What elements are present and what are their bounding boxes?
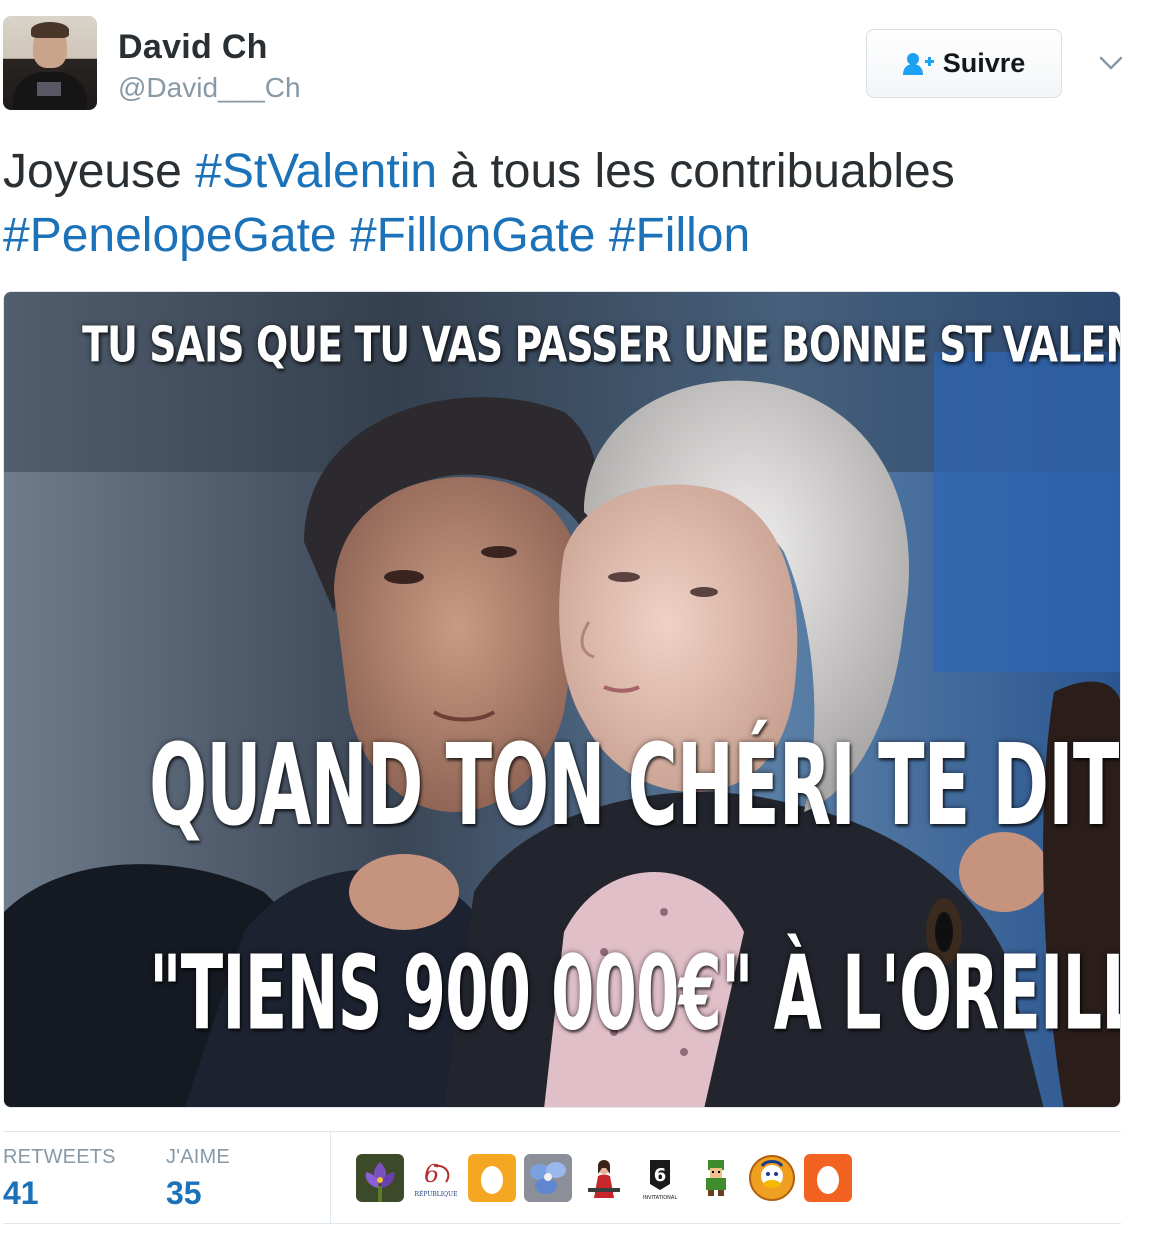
hashtag-link[interactable]: #FillonGate [350, 209, 595, 262]
follow-button-label: Suivre [942, 48, 1026, 78]
retweets-stat[interactable]: RETWEETS 41 [3, 1146, 116, 1212]
author-display-name[interactable]: David Ch [118, 28, 268, 67]
liker-avatar-crocus[interactable] [356, 1154, 404, 1202]
stats-bottom-divider [3, 1223, 1121, 1224]
tweet-text-segment [337, 209, 350, 262]
retweets-count: 41 [3, 1175, 39, 1211]
svg-text:6: 6 [654, 1165, 667, 1186]
meme-caption-middle: QUAND TON CHÉRI TE DIT [149, 720, 1119, 851]
svg-text:6: 6 [424, 1160, 439, 1188]
meme-caption-top: TU SAIS QUE TU VAS PASSER UNE BONNE ST V… [82, 316, 1121, 375]
liker-avatar-republique[interactable]: 6 RÉPUBLIQUE [412, 1154, 460, 1202]
likes-count: 35 [166, 1175, 202, 1211]
invitational-text: INVITATIONAL [643, 1195, 677, 1201]
hashtag-link[interactable]: #PenelopeGate [3, 209, 337, 262]
liker-avatar-woman-red[interactable] [580, 1154, 628, 1202]
liker-avatars: 6 RÉPUBLIQUE 6 INVITATIONAL [356, 1154, 852, 1202]
retweets-label: RETWEETS [3, 1146, 116, 1168]
republique-text: RÉPUBLIQUE [414, 1190, 457, 1198]
tweet-card: David Ch @David___Ch Suivre Joyeuse #StV… [0, 0, 1152, 1246]
liker-avatar-invitational[interactable]: 6 INVITATIONAL [636, 1154, 684, 1202]
liker-avatar-pixel-link[interactable] [692, 1154, 740, 1202]
likes-stat[interactable]: J'AIME 35 [166, 1146, 230, 1212]
tweet-text-segment: à tous les contribuables [437, 145, 955, 198]
hashtag-link[interactable]: #Fillon [609, 209, 750, 262]
hashtag-link[interactable]: #StValentin [195, 145, 437, 198]
chevron-down-icon[interactable] [1096, 50, 1126, 76]
avatar-shirt-print [37, 82, 61, 96]
avatar-hair [31, 22, 69, 38]
follow-button[interactable]: Suivre [866, 29, 1062, 98]
add-user-icon [902, 51, 935, 77]
liker-avatar-blue-flower[interactable] [524, 1154, 572, 1202]
tweet-text-segment: Joyeuse [3, 145, 196, 198]
tweet-photo[interactable]: TU SAIS QUE TU VAS PASSER UNE BONNE ST V… [3, 291, 1121, 1108]
tweet-text: Joyeuse #StValentin à tous les contribua… [3, 140, 1133, 268]
liker-avatar-egg-2[interactable] [804, 1154, 852, 1202]
liker-avatar-egg-1[interactable] [468, 1154, 516, 1202]
stats-vertical-divider [330, 1131, 331, 1223]
likes-label: J'AIME [166, 1146, 230, 1168]
author-avatar[interactable] [3, 16, 97, 110]
tweet-text-segment [595, 209, 608, 262]
meme-caption-bottom: "TIENS 900 000€" À L'OREILLE [149, 933, 1121, 1053]
author-handle[interactable]: @David___Ch [118, 72, 301, 104]
liker-avatar-duck-club[interactable] [748, 1154, 796, 1202]
stats-top-divider [3, 1131, 1121, 1132]
